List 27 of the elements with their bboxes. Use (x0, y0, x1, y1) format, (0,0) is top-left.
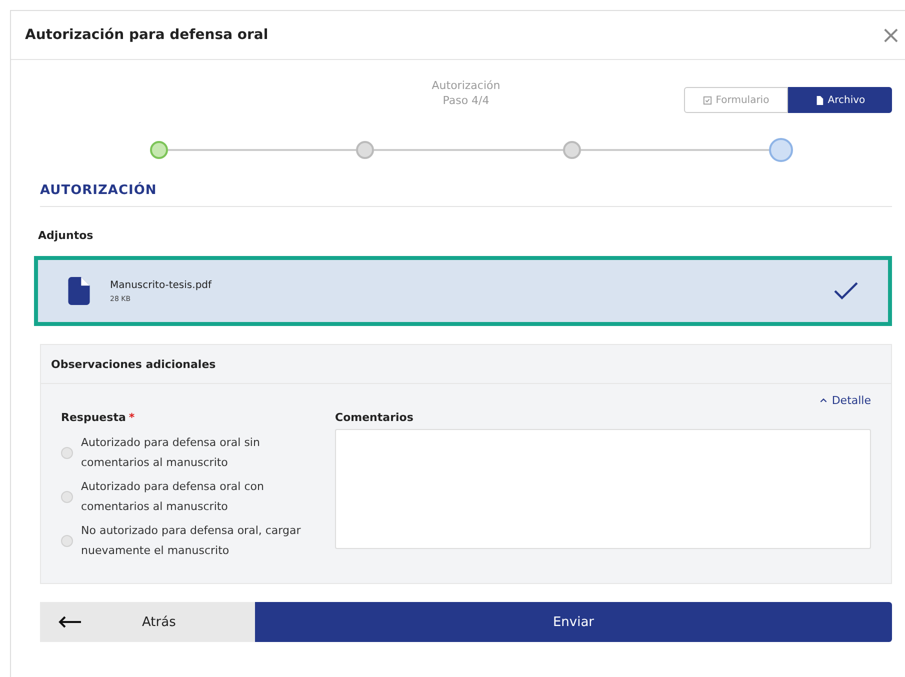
file-icon (814, 96, 824, 104)
detail-link[interactable]: Detalle (820, 394, 871, 407)
attachments-label: Adjuntos (38, 229, 94, 242)
file-name: Manuscrito-tesis.pdf (110, 280, 213, 290)
arrow-left-icon (58, 616, 82, 628)
document-icon (68, 277, 90, 305)
option-label: Autorizado para defensa oral con comentarios al manuscrito (81, 479, 265, 515)
comments-label: Comentarios (335, 411, 414, 424)
panel-title: Observaciones adicionales (51, 358, 216, 370)
option-label: Autorizado para defensa oral sin comentarios al manuscrito (81, 435, 261, 471)
back-button[interactable]: Atrás (40, 602, 255, 642)
radio-button[interactable] (61, 447, 73, 459)
dialog-title: Autorización para defensa oral (25, 27, 268, 43)
comments-field[interactable] (335, 429, 871, 549)
submit-button[interactable]: Enviar (255, 602, 892, 642)
required-mark: * (128, 411, 135, 424)
form-icon (702, 96, 712, 104)
section-title: AUTORIZACIÓN (40, 183, 158, 198)
check-icon (834, 282, 858, 300)
option-label: No autorizado para defensa oral, cargar nuevamente el manuscrito (81, 523, 302, 559)
response-label: Respuesta (61, 411, 126, 424)
chevron-up-icon (820, 398, 827, 403)
step-title: Autorización (432, 78, 500, 93)
view-tab[interactable]: Archivo (788, 87, 892, 113)
radio-button[interactable] (61, 535, 73, 547)
close-button[interactable]: × (876, 21, 905, 49)
radio-button[interactable] (61, 491, 73, 503)
